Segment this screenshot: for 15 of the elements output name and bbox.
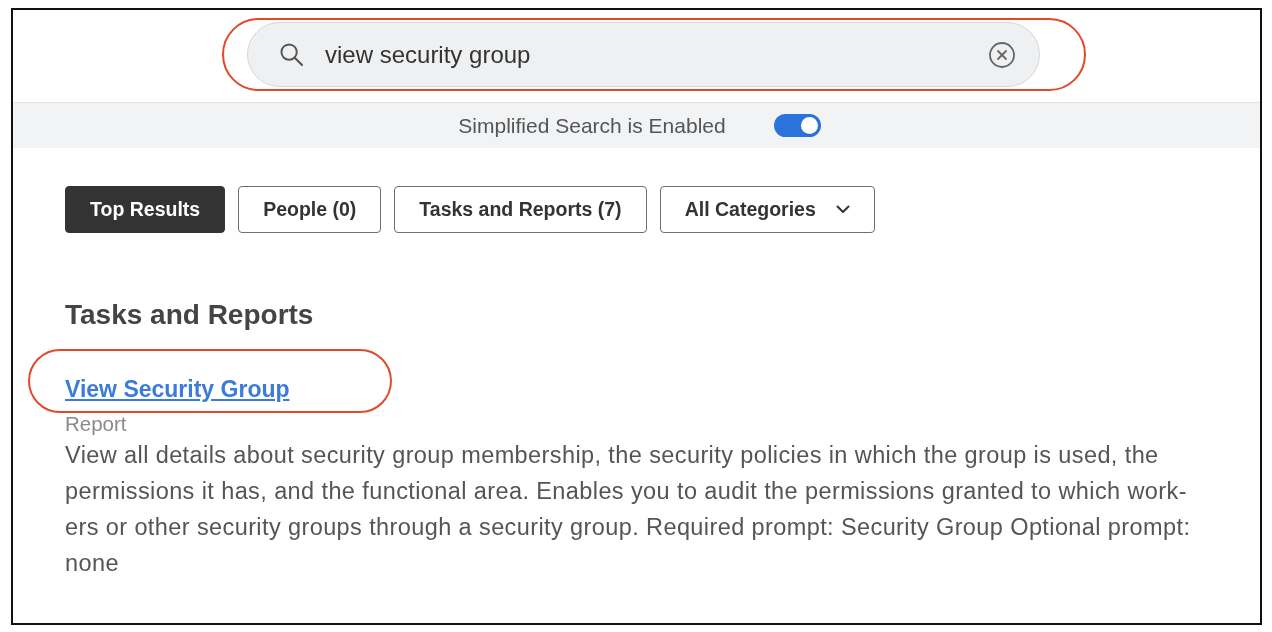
section-heading: Tasks and Reports [65,298,315,332]
filter-tab[interactable]: People (0) [238,186,382,233]
filter-tab[interactable]: Top Results [65,186,226,233]
result-type: Report [65,413,128,435]
toggle-switch[interactable] [773,114,821,137]
result-link[interactable]: View Security Group [65,376,290,402]
search-bar[interactable]: view security group [247,22,1040,87]
category-dropdown[interactable]: All Categories [659,186,875,233]
search-icon [280,43,303,66]
result-description: View all details about security group membership, the security policies in which the group is used, the permissions it has, and the functional area. Enables you to audit the permissions granted to which work-ers or other security groups through a security group. Required prompt: Security Group Optional prompt: none [65,441,1192,578]
search-input[interactable]: view security group [325,38,969,71]
filter-tab[interactable]: Tasks and Reports (7) [394,186,647,233]
clear-icon[interactable] [989,41,1015,68]
chevron-down-icon [835,205,850,214]
banner-text: Simplified Search is Enabled [458,113,726,138]
